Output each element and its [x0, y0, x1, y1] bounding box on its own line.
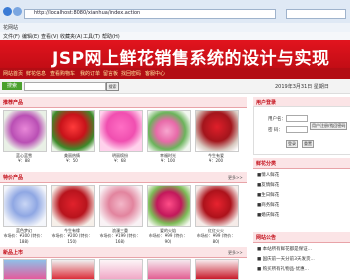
menu-favorites[interactable]: 收藏夹(A)	[60, 33, 82, 40]
nav-flowers[interactable]: 鲜花信息	[26, 70, 46, 77]
password-input[interactable]	[286, 126, 308, 133]
login-title: 用户登录	[256, 100, 277, 106]
latest-header	[0, 247, 247, 258]
product-price: ¥：88	[18, 158, 30, 163]
product-image[interactable]	[147, 110, 191, 152]
product-image[interactable]	[195, 259, 239, 280]
specials-more-link[interactable]: 更多>>	[228, 175, 243, 181]
product-image[interactable]	[99, 110, 143, 152]
product-price: 市场价：¥99 (特价：80)	[196, 233, 236, 244]
back-icon[interactable]	[3, 7, 12, 16]
specials-title: 特价产品	[3, 175, 24, 181]
product-price: ¥：68	[114, 158, 126, 163]
menu-tools[interactable]: 工具(T)	[83, 33, 100, 40]
menu-file[interactable]: 文件(F)	[3, 33, 20, 40]
nav-orders[interactable]: 我的订单	[80, 70, 100, 77]
register-button[interactable]: 用户注册/找回密码	[310, 122, 348, 130]
reset-button[interactable]: 重置	[302, 140, 314, 148]
category-item[interactable]: ■商务鲜花	[257, 202, 279, 208]
tab-title[interactable]: 花网站	[3, 24, 18, 31]
product-price: ¥：200	[208, 158, 224, 163]
forward-icon[interactable]	[13, 7, 22, 16]
product-image[interactable]	[195, 110, 239, 152]
product-image[interactable]	[3, 110, 47, 152]
specials-header	[0, 172, 247, 183]
menu-edit[interactable]: 编辑(E)	[22, 33, 39, 40]
category-title: 鲜花分类	[256, 161, 277, 167]
product-price: 市场价：¥300 (特价：188)	[3, 233, 45, 244]
product-image[interactable]	[51, 110, 95, 152]
product-image[interactable]	[51, 259, 95, 280]
product-image[interactable]	[147, 259, 191, 280]
menu-help[interactable]: 帮助(H)	[102, 33, 120, 40]
news-item[interactable]: ■ 本站所有鲜花都是保证...	[257, 246, 312, 252]
category-item[interactable]: ■婚庆鲜花	[257, 212, 279, 218]
latest-more-link[interactable]: 更多>>	[228, 250, 243, 256]
product-image[interactable]	[51, 185, 95, 227]
news-item[interactable]: ■ 购买所有礼物品·优惠...	[257, 266, 309, 272]
login-button[interactable]: 登录	[286, 140, 298, 148]
category-item[interactable]: ■生日鲜花	[257, 192, 279, 198]
news-title: 网站公告	[256, 235, 277, 241]
username-input[interactable]	[286, 115, 308, 122]
nav-cart[interactable]: 查看购物车	[50, 70, 75, 77]
product-search-input[interactable]	[24, 82, 106, 91]
product-image[interactable]	[147, 185, 191, 227]
product-image[interactable]	[99, 185, 143, 227]
product-price: ¥：50	[66, 158, 78, 163]
nav-home[interactable]: 网站首页	[3, 70, 23, 77]
password-label: 密 码：	[268, 128, 283, 133]
site-title: JSP网上鲜花销售系统的设计与实现	[52, 49, 330, 69]
product-price: 市场价：¥99 (特价：90)	[148, 233, 188, 244]
category-item[interactable]: ■情人鲜花	[257, 172, 279, 178]
address-text: http://localhost:8080/xianhua/index.acti…	[34, 10, 141, 16]
product-image[interactable]	[3, 185, 47, 227]
featured-title: 推荐产品	[3, 100, 24, 106]
browser-search-input[interactable]	[286, 9, 346, 19]
product-image[interactable]	[3, 259, 47, 280]
nav-service[interactable]: 客服中心	[145, 70, 165, 77]
news-item[interactable]: ■ 国庆前一天分前3天发货...	[257, 256, 315, 262]
nav-guestbook[interactable]: 留言板	[103, 70, 118, 77]
product-price: 市场价：¥200 (特价：150)	[51, 233, 93, 244]
search-label: 搜索	[2, 82, 22, 90]
product-price: 市场价：¥199 (特价：168)	[99, 233, 141, 244]
latest-title: 新品上市	[3, 250, 24, 256]
category-item[interactable]: ■友情鲜花	[257, 182, 279, 188]
product-price: ¥：100	[160, 158, 176, 163]
search-button[interactable]: 搜索	[106, 82, 119, 91]
product-image[interactable]	[99, 259, 143, 280]
menu-view[interactable]: 查看(V)	[41, 33, 58, 40]
username-label: 用户名：	[268, 117, 286, 122]
featured-header	[0, 97, 247, 108]
product-image[interactable]	[195, 185, 239, 227]
current-date: 2019年3月31日 星期日	[275, 84, 329, 90]
nav-password[interactable]: 找回密码	[121, 70, 141, 77]
